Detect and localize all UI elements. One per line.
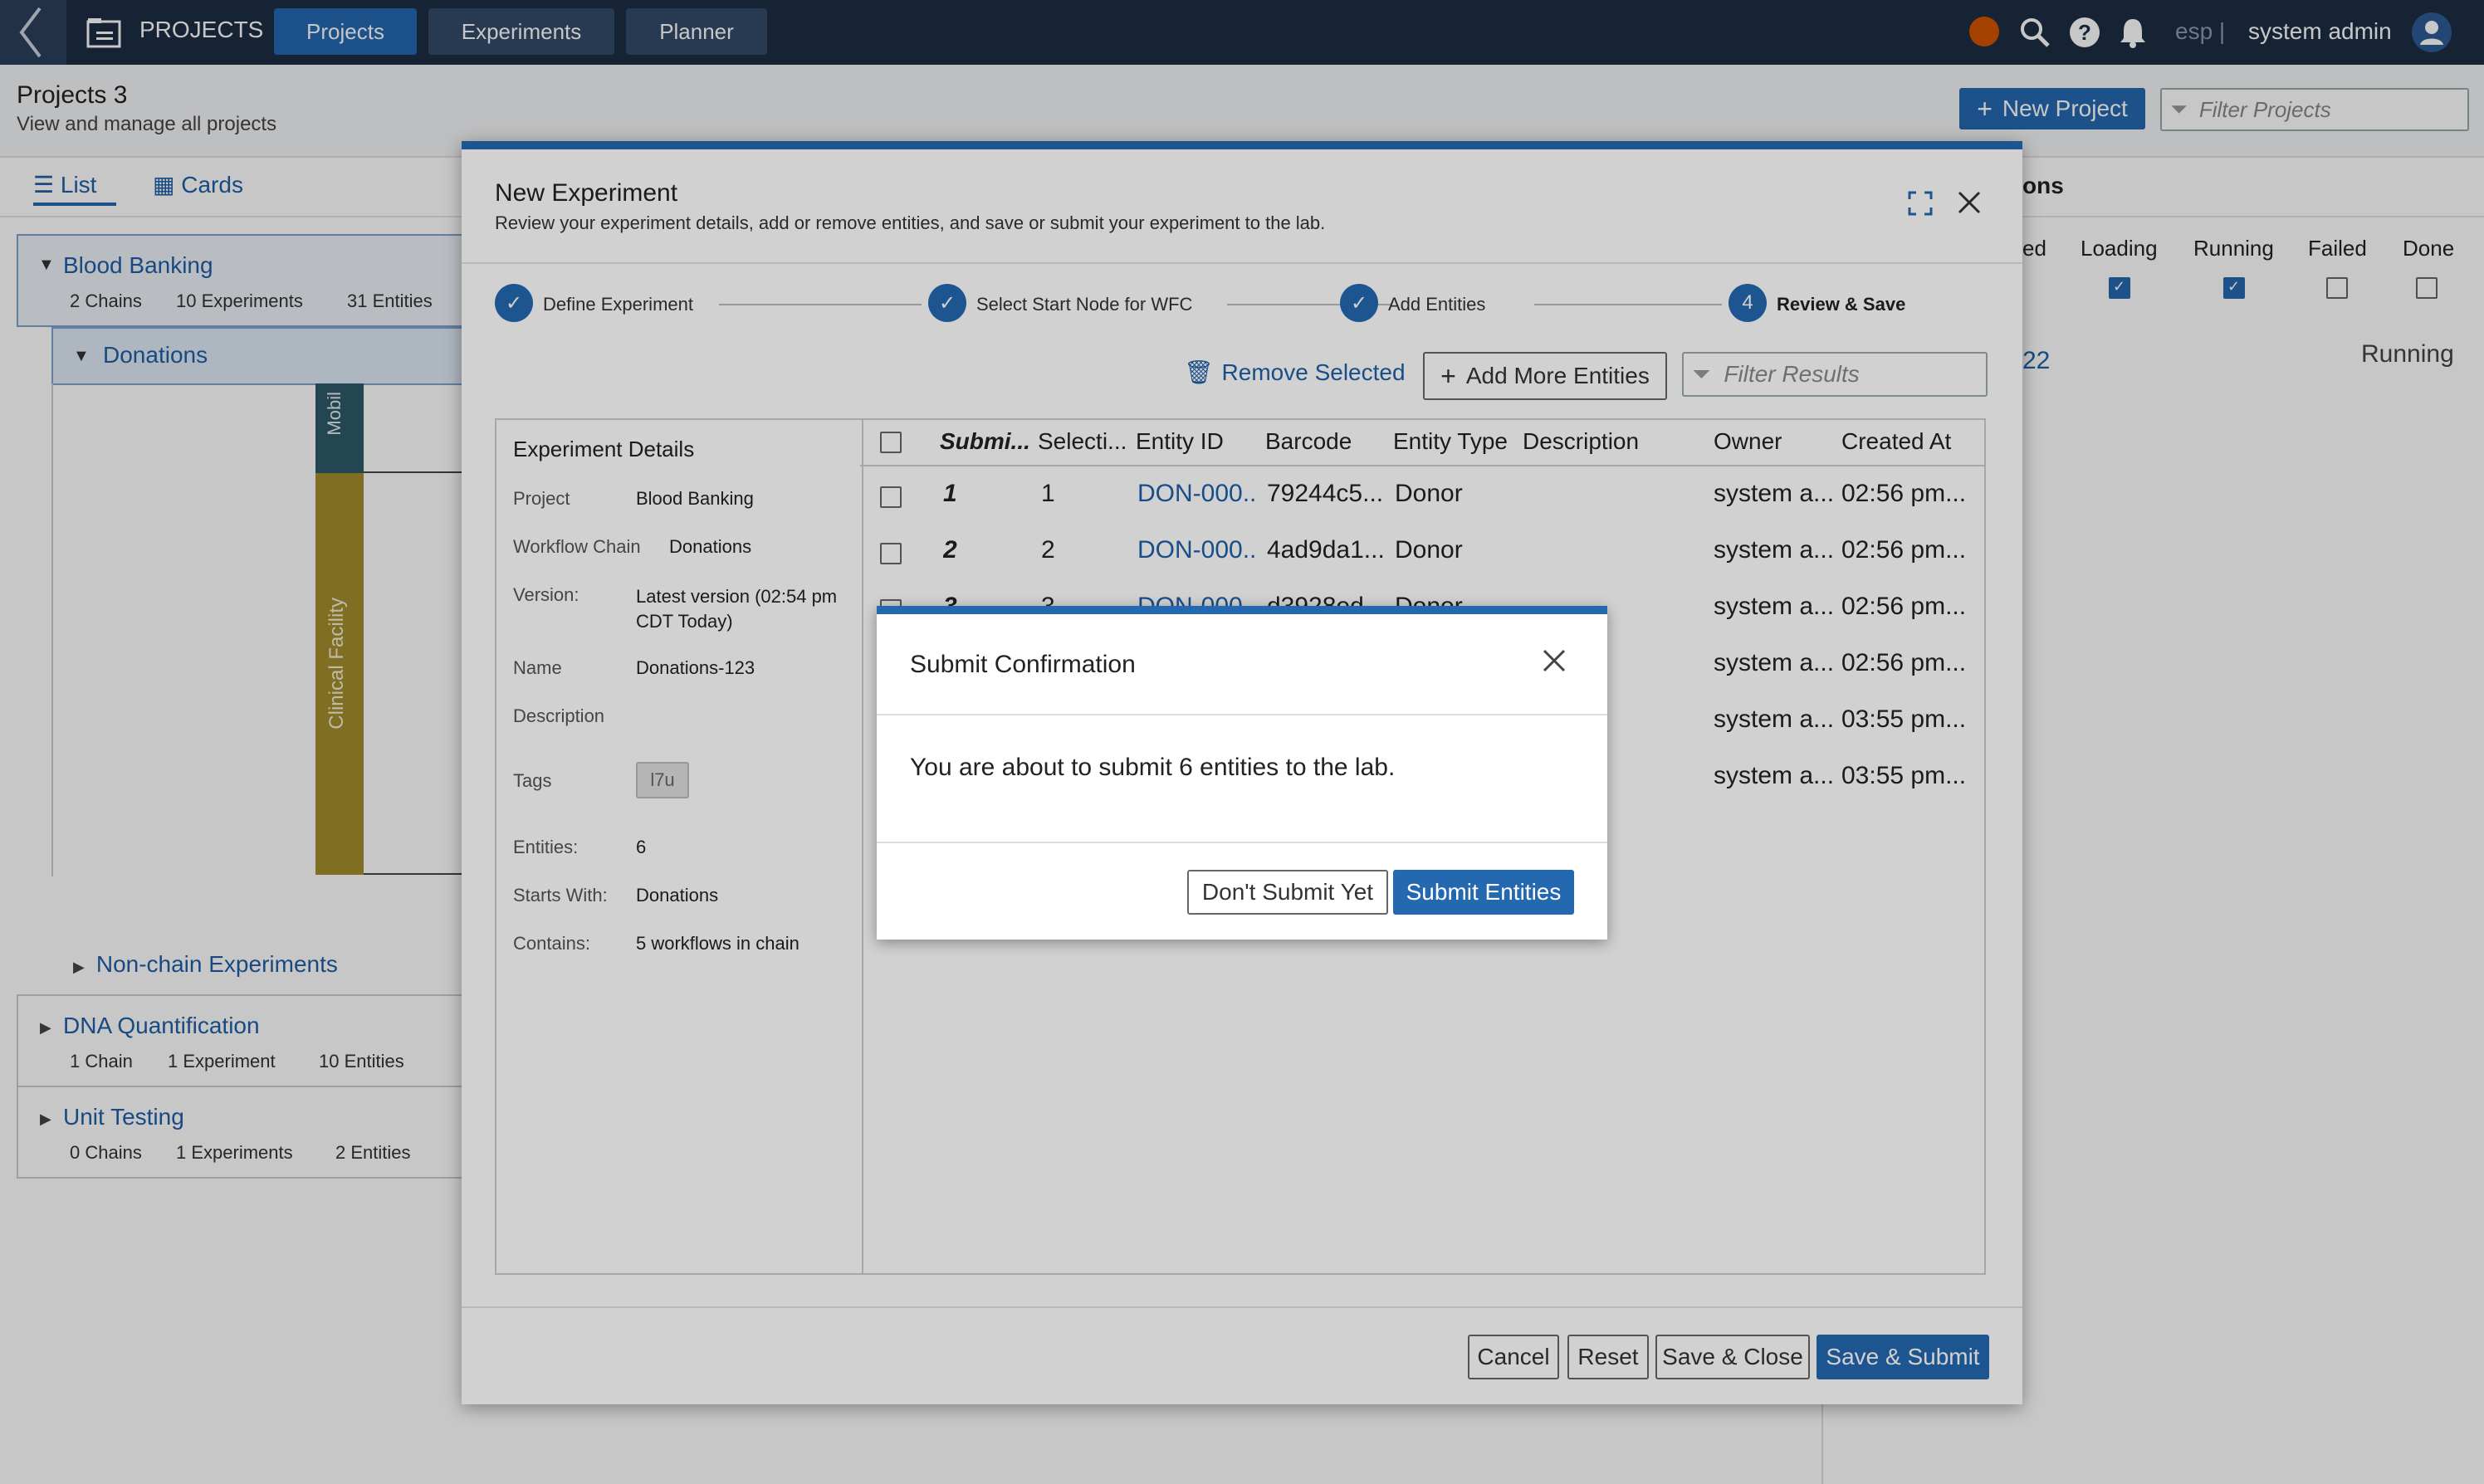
divider (877, 842, 1607, 843)
submit-confirmation-dialog: Submit Confirmation You are about to sub… (877, 606, 1607, 940)
close-icon[interactable] (1541, 647, 1567, 674)
dont-submit-button[interactable]: Don't Submit Yet (1187, 870, 1388, 915)
dialog-message: You are about to submit 6 entities to th… (910, 754, 1396, 781)
submit-entities-button[interactable]: Submit Entities (1393, 870, 1574, 915)
divider (877, 714, 1607, 715)
dialog-accent-bar (877, 606, 1607, 614)
dialog-title: Submit Confirmation (910, 651, 1136, 678)
